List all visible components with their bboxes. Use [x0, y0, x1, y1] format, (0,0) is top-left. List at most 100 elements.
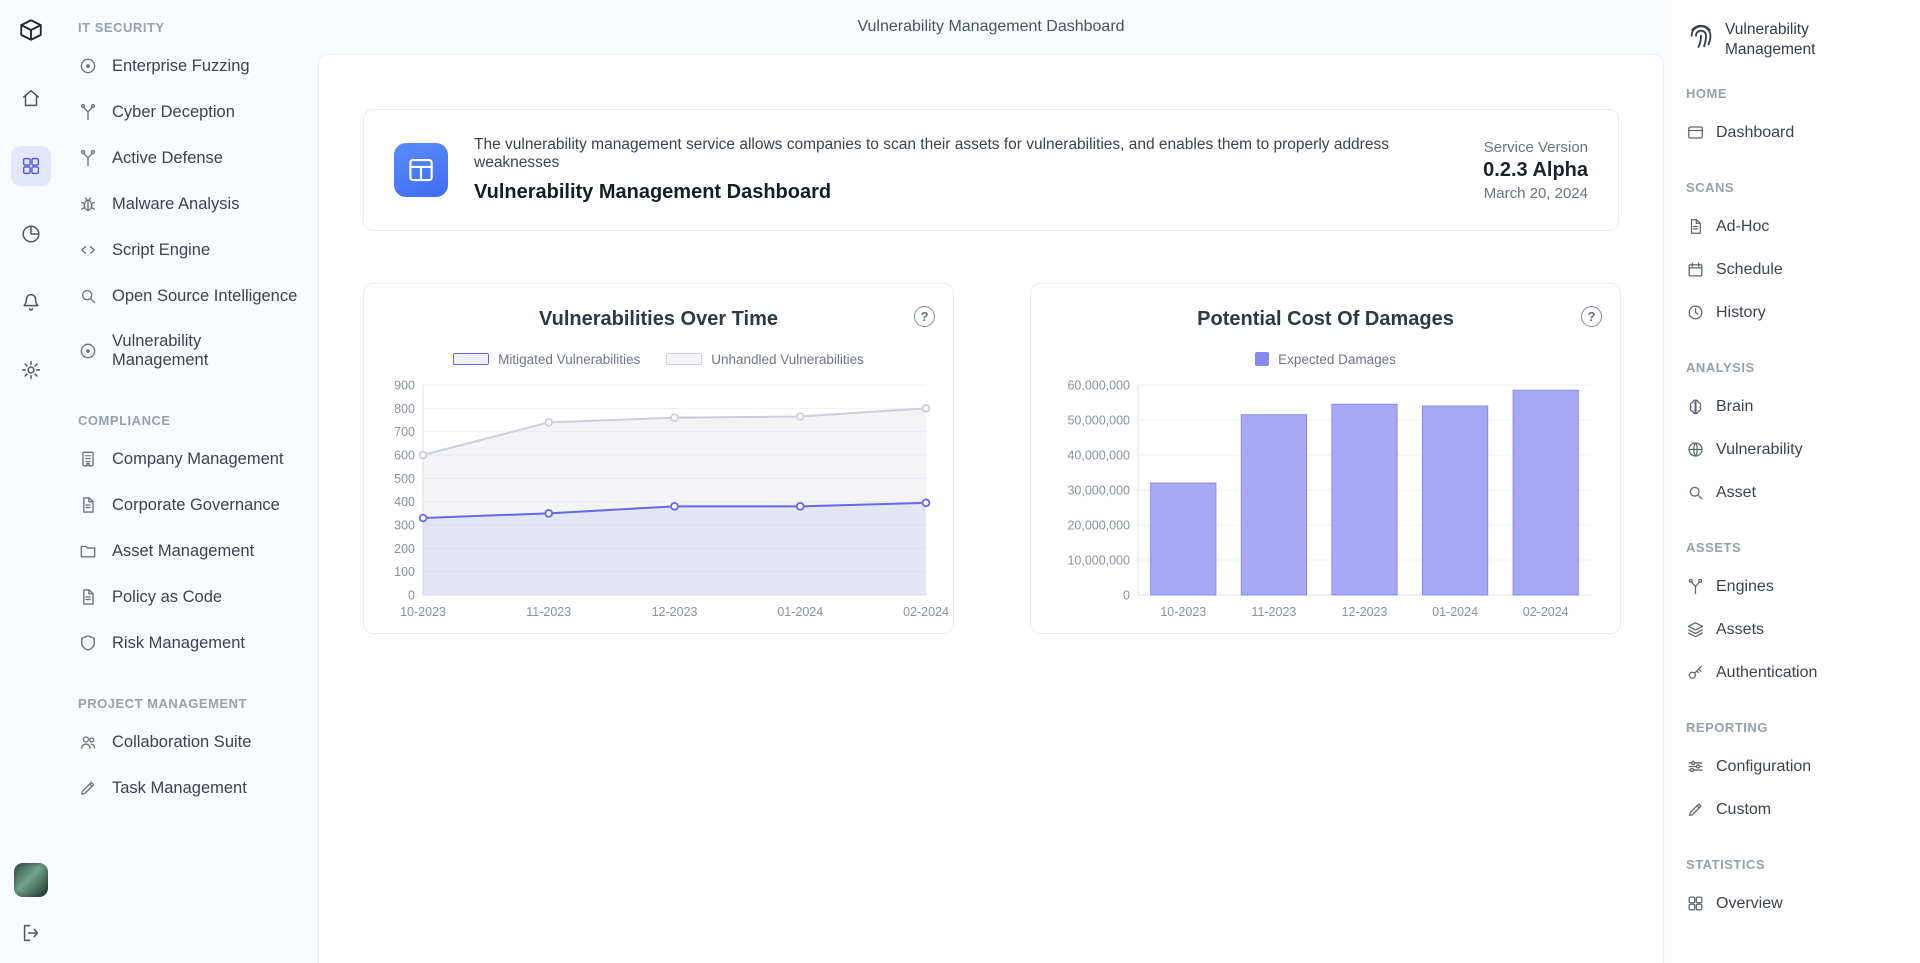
rail-notifications-button[interactable] — [11, 282, 51, 322]
svg-text:900: 900 — [394, 379, 415, 393]
sidebar-item-label: Vulnerability Management — [112, 332, 302, 370]
rsb-item-ad-hoc[interactable]: Ad-Hoc — [1686, 205, 1912, 248]
sidebar-item-label: Corporate Governance — [112, 496, 280, 515]
rsb-section-title-analysis: ANALYSIS — [1686, 360, 1912, 375]
rsb-item-brain[interactable]: Brain — [1686, 385, 1912, 428]
rsb-item-label: History — [1716, 304, 1766, 322]
rsb-item-label: Vulnerability — [1716, 441, 1803, 459]
svg-text:300: 300 — [394, 519, 415, 533]
sidebar-item-policy-as-code[interactable]: Policy as Code — [78, 574, 308, 620]
sidebar-item-label: Malware Analysis — [112, 195, 239, 214]
rsb-item-label: Overview — [1716, 895, 1783, 913]
pie-chart-icon — [20, 223, 42, 245]
sidebar-item-collaboration-suite[interactable]: Collaboration Suite — [78, 719, 308, 765]
section-title-compliance: COMPLIANCE — [78, 413, 308, 428]
chart-card-vulnerabilities-over-time: Vulnerabilities Over Time ? Mitigated Vu… — [363, 283, 954, 634]
legend-label: Expected Damages — [1278, 352, 1396, 367]
rsb-item-asset[interactable]: Asset — [1686, 471, 1912, 514]
item-icon — [1686, 577, 1705, 596]
svg-text:200: 200 — [394, 542, 415, 556]
service-banner-icon — [394, 143, 448, 197]
rsb-item-authentication[interactable]: Authentication — [1686, 651, 1912, 694]
item-icon — [1686, 620, 1705, 639]
sidebar-item-active-defense[interactable]: Active Defense — [78, 135, 308, 181]
sidebar-item-label: Risk Management — [112, 634, 245, 653]
bar-chart: 010,000,00020,000,00030,000,00040,000,00… — [1046, 377, 1605, 625]
item-icon — [1686, 123, 1705, 142]
item-icon — [1686, 757, 1705, 776]
left-sidebar: IT SECURITY Enterprise Fuzzing Cyber Dec… — [62, 0, 318, 963]
sidebar-item-open-source-intelligence[interactable]: Open Source Intelligence — [78, 273, 308, 319]
rsb-item-label: Assets — [1716, 621, 1764, 639]
rsb-item-label: Brain — [1716, 398, 1753, 416]
sidebar-item-corporate-governance[interactable]: Corporate Governance — [78, 482, 308, 528]
rsb-item-label: Custom — [1716, 801, 1771, 819]
svg-text:600: 600 — [394, 449, 415, 463]
sidebar-item-label: Enterprise Fuzzing — [112, 57, 250, 76]
rsb-item-schedule[interactable]: Schedule — [1686, 248, 1912, 291]
item-icon — [78, 148, 98, 168]
rail-home-button[interactable] — [11, 78, 51, 118]
svg-text:01-2024: 01-2024 — [777, 605, 823, 619]
svg-text:12-2023: 12-2023 — [1342, 605, 1388, 619]
sidebar-item-malware-analysis[interactable]: Malware Analysis — [78, 181, 308, 227]
rsb-item-assets[interactable]: Assets — [1686, 608, 1912, 651]
user-avatar[interactable] — [14, 863, 48, 897]
rail-dashboard-button[interactable] — [11, 146, 51, 186]
logout-button[interactable] — [11, 913, 51, 953]
window-table-icon — [406, 155, 436, 185]
rsb-section-title-home: HOME — [1686, 86, 1912, 101]
rail-settings-button[interactable] — [11, 350, 51, 390]
sidebar-item-cyber-deception[interactable]: Cyber Deception — [78, 89, 308, 135]
item-icon — [78, 495, 98, 515]
rsb-item-overview[interactable]: Overview — [1686, 882, 1912, 925]
item-icon — [78, 541, 98, 561]
rsb-item-configuration[interactable]: Configuration — [1686, 745, 1912, 788]
rsb-item-history[interactable]: History — [1686, 291, 1912, 334]
sidebar-item-label: Asset Management — [112, 542, 254, 561]
rsb-item-label: Schedule — [1716, 261, 1783, 279]
right-sidebar: Vulnerability Management HOME Dashboard … — [1672, 0, 1920, 963]
sidebar-item-risk-management[interactable]: Risk Management — [78, 620, 308, 666]
app-logo-button[interactable] — [11, 10, 51, 50]
rsb-item-vulnerability[interactable]: Vulnerability — [1686, 428, 1912, 471]
service-title: Vulnerability Management Dashboard — [474, 181, 1457, 204]
service-brand-label: Vulnerability Management — [1725, 20, 1835, 60]
legend-item[interactable]: Unhandled Vulnerabilities — [666, 352, 864, 367]
svg-text:0: 0 — [408, 589, 415, 603]
help-icon[interactable]: ? — [914, 306, 935, 327]
rail-analytics-button[interactable] — [11, 214, 51, 254]
service-version-date: March 20, 2024 — [1483, 185, 1588, 202]
rsb-item-engines[interactable]: Engines — [1686, 565, 1912, 608]
sidebar-item-task-management[interactable]: Task Management — [78, 765, 308, 811]
sidebar-item-label: Cyber Deception — [112, 103, 235, 122]
item-icon — [78, 732, 98, 752]
sidebar-item-label: Open Source Intelligence — [112, 287, 297, 306]
sidebar-item-enterprise-fuzzing[interactable]: Enterprise Fuzzing — [78, 43, 308, 89]
item-icon — [1686, 260, 1705, 279]
svg-text:10-2023: 10-2023 — [1160, 605, 1206, 619]
item-icon — [1686, 397, 1705, 416]
legend-swatch — [1255, 352, 1269, 366]
sidebar-item-company-management[interactable]: Company Management — [78, 436, 308, 482]
page-title: Vulnerability Management Dashboard — [857, 18, 1124, 36]
service-brand[interactable]: Vulnerability Management — [1686, 20, 1912, 60]
sidebar-item-script-engine[interactable]: Script Engine — [78, 227, 308, 273]
legend-item[interactable]: Mitigated Vulnerabilities — [453, 352, 640, 367]
fingerprint-icon — [1686, 20, 1716, 50]
svg-text:800: 800 — [394, 402, 415, 416]
chart-title: Potential Cost Of Damages — [1031, 308, 1620, 331]
rsb-item-custom[interactable]: Custom — [1686, 788, 1912, 831]
sidebar-item-asset-management[interactable]: Asset Management — [78, 528, 308, 574]
main-column: Vulnerability Management Dashboard The v… — [318, 0, 1672, 963]
top-bar: Vulnerability Management Dashboard — [318, 0, 1664, 54]
rsb-section-title-statistics: STATISTICS — [1686, 857, 1912, 872]
rsb-item-dashboard[interactable]: Dashboard — [1686, 111, 1912, 154]
help-icon[interactable]: ? — [1581, 306, 1602, 327]
svg-text:500: 500 — [394, 472, 415, 486]
svg-text:700: 700 — [394, 425, 415, 439]
section-title-project-management: PROJECT MANAGEMENT — [78, 696, 308, 711]
legend-item[interactable]: Expected Damages — [1255, 352, 1396, 367]
sidebar-item-label: Collaboration Suite — [112, 733, 251, 752]
sidebar-item-vulnerability-management[interactable]: Vulnerability Management — [78, 319, 308, 383]
